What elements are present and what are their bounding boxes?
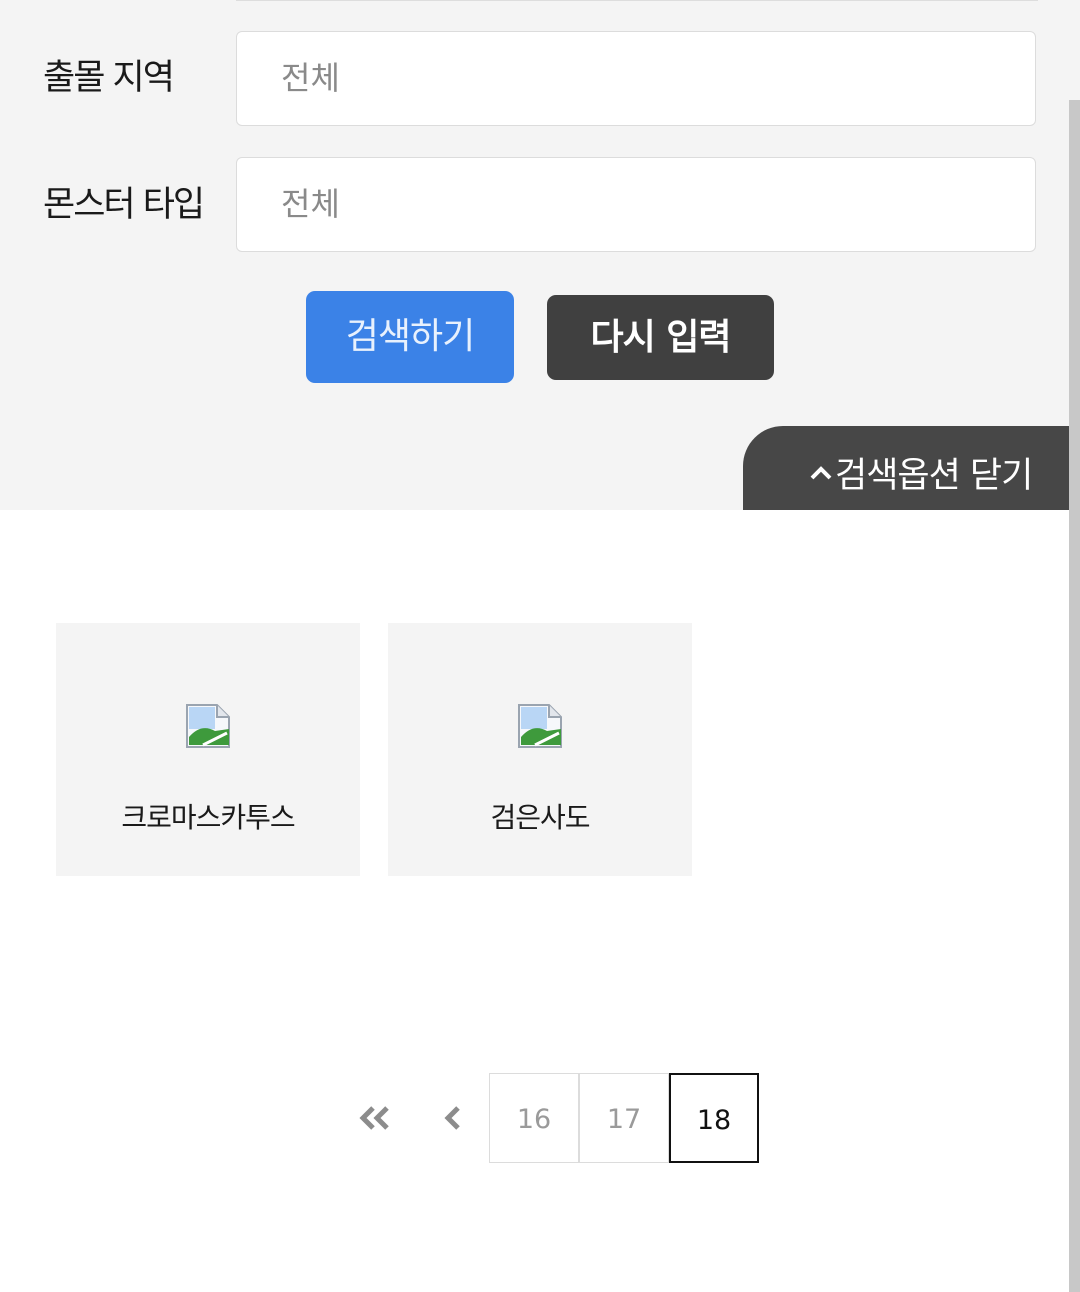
close-search-options-label: 검색옵션 닫기 — [835, 456, 1033, 496]
monster-name: 검은사도 — [490, 801, 590, 834]
chevron-left-icon[interactable] — [438, 1100, 478, 1140]
page-16[interactable]: 16 — [489, 1073, 579, 1163]
search-button[interactable]: 검색하기 — [306, 291, 514, 383]
monster-type-select[interactable]: 전체 — [236, 157, 1036, 252]
divider — [236, 0, 1038, 1]
page-17[interactable]: 17 — [579, 1073, 669, 1163]
monster-card[interactable]: 검은사도 — [388, 623, 692, 876]
monster-name: 크로마스카투스 — [121, 801, 295, 834]
reset-button[interactable]: 다시 입력 — [547, 295, 774, 380]
broken-image-icon — [517, 703, 563, 749]
region-select-value: 전체 — [281, 59, 340, 97]
page-18-current[interactable]: 18 — [669, 1073, 759, 1163]
region-label: 출몰 지역 — [43, 58, 175, 98]
broken-image-icon — [185, 703, 231, 749]
monster-type-label: 몬스터 타입 — [43, 185, 205, 225]
region-select[interactable]: 전체 — [236, 31, 1036, 126]
monster-type-select-value: 전체 — [281, 185, 340, 223]
monster-card[interactable]: 크로마스카투스 — [56, 623, 360, 876]
chevron-up-icon — [809, 426, 833, 514]
double-chevron-left-icon[interactable] — [355, 1100, 395, 1140]
search-options-panel: 출몰 지역 전체 몬스터 타입 전체 검색하기 다시 입력 검색옵션 닫기 — [0, 0, 1080, 510]
scrollbar[interactable] — [1069, 100, 1080, 1292]
close-search-options-button[interactable]: 검색옵션 닫기 — [743, 426, 1080, 510]
